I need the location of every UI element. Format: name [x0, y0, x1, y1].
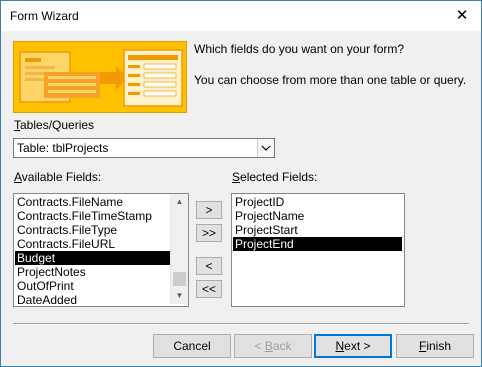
list-item[interactable]: ProjectName: [233, 209, 402, 223]
separator: [13, 323, 469, 325]
list-item[interactable]: Contracts.FileURL: [15, 237, 171, 251]
tables-queries-label: Tables/Queries: [14, 118, 95, 132]
form-illustration-icon: [14, 42, 186, 112]
list-item[interactable]: ProjectID: [233, 195, 402, 209]
selected-fields-list[interactable]: ProjectID ProjectName ProjectStart Proje…: [231, 193, 405, 307]
dialog-body: Which fields do you want on your form? Y…: [1, 31, 481, 366]
close-icon[interactable]: ✕: [449, 5, 475, 27]
tables-queries-value: Table: tblProjects: [17, 141, 109, 155]
next-button[interactable]: Next >: [314, 334, 392, 358]
scrollbar-thumb[interactable]: [173, 272, 186, 286]
add-all-fields-button[interactable]: >>: [196, 224, 222, 242]
available-fields-scrollbar[interactable]: ▲ ▼: [170, 194, 188, 304]
list-item[interactable]: ProjectStart: [233, 223, 402, 237]
wizard-illustration: [13, 41, 187, 113]
list-item[interactable]: Contracts.FileType: [15, 223, 171, 237]
list-item[interactable]: Contracts.FileName: [15, 195, 171, 209]
scroll-down-icon[interactable]: ▼: [171, 288, 188, 304]
list-item[interactable]: Contracts.FileTimeStamp: [15, 209, 171, 223]
intro-hint: You can choose from more than one table …: [194, 73, 467, 87]
title-bar: Form Wizard ✕: [1, 1, 481, 31]
tables-queries-combobox[interactable]: Table: tblProjects: [13, 138, 275, 158]
list-item[interactable]: Budget: [15, 251, 171, 265]
list-item[interactable]: ProjectEnd: [233, 237, 402, 251]
window-title: Form Wizard: [10, 9, 79, 23]
remove-all-fields-button[interactable]: <<: [196, 280, 222, 298]
selected-fields-label: Selected Fields:: [232, 170, 318, 184]
form-wizard-dialog: Form Wizard ✕ Which fields do you want o…: [0, 0, 482, 367]
cancel-button[interactable]: Cancel: [153, 334, 231, 358]
scroll-up-icon[interactable]: ▲: [171, 194, 188, 210]
list-item[interactable]: OutOfPrint: [15, 279, 171, 293]
intro-question: Which fields do you want on your form?: [194, 42, 405, 56]
finish-button[interactable]: Finish: [396, 334, 474, 358]
remove-field-button[interactable]: <: [196, 257, 222, 275]
list-item[interactable]: DateAdded: [15, 293, 171, 306]
list-item[interactable]: ProjectNotes: [15, 265, 171, 279]
back-button[interactable]: < Back: [234, 334, 312, 358]
chevron-down-icon[interactable]: [257, 139, 274, 157]
available-fields-label: Available Fields:: [14, 170, 102, 184]
add-field-button[interactable]: >: [196, 201, 222, 219]
available-fields-list[interactable]: Contracts.FileName Contracts.FileTimeSta…: [13, 193, 189, 307]
